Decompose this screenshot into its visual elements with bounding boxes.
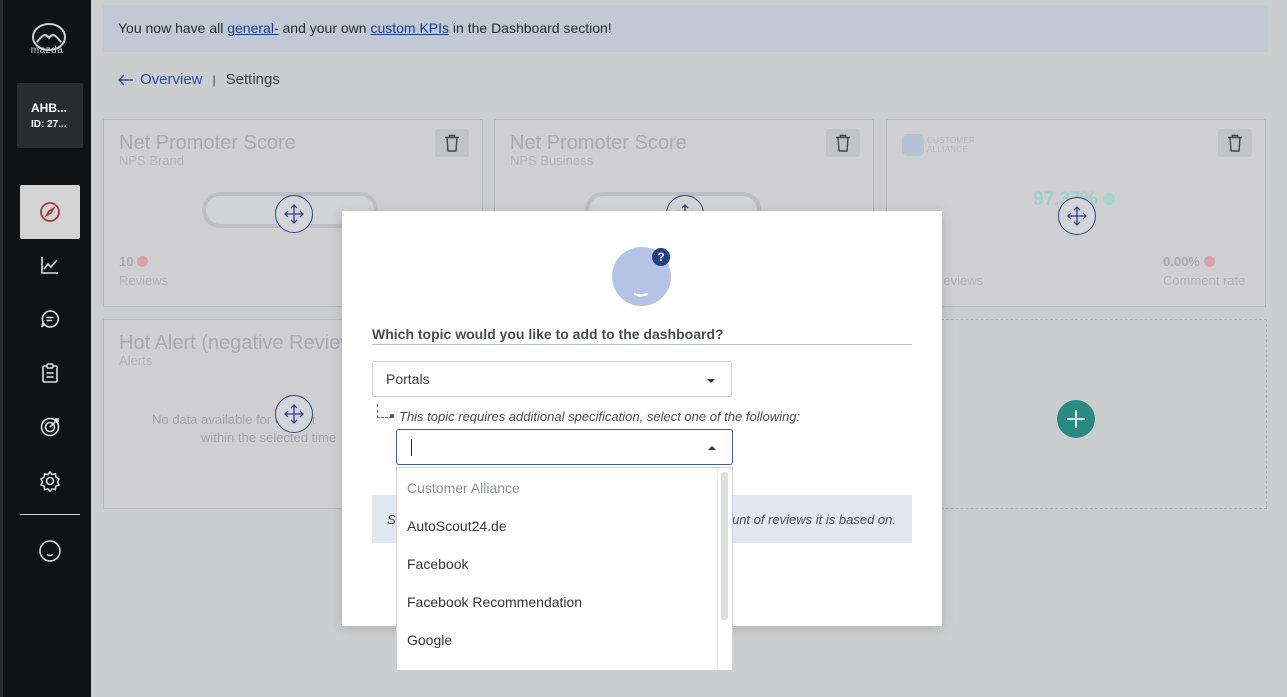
text-cursor bbox=[411, 439, 412, 456]
breadcrumb-current: Settings bbox=[225, 71, 280, 88]
empty-message-line-2: within the selected time bbox=[201, 430, 337, 445]
breadcrumb-overview-link[interactable]: Overview bbox=[140, 71, 203, 88]
nav-goals[interactable] bbox=[20, 400, 80, 454]
delete-card-button[interactable] bbox=[826, 129, 860, 157]
comment-rate-label: Comment rate bbox=[1163, 273, 1246, 288]
account-id: ID: 27... bbox=[31, 119, 67, 130]
nav-divider bbox=[20, 514, 80, 515]
up-trend-icon bbox=[1102, 193, 1115, 205]
nav-profile[interactable] bbox=[20, 524, 80, 578]
delete-card-button[interactable] bbox=[1218, 129, 1252, 157]
drag-handle[interactable] bbox=[1058, 197, 1096, 235]
info-note-left: S bbox=[387, 512, 396, 527]
trash-icon bbox=[445, 134, 459, 152]
specification-hint: This topic requires additional specifica… bbox=[399, 409, 801, 424]
dialog-question: Which topic would you like to add to the… bbox=[372, 326, 912, 345]
brand-line-2: ALLIANCE bbox=[927, 145, 969, 154]
option-facebook-recommendation[interactable]: Facebook Recommendation bbox=[407, 594, 582, 610]
down-trend-icon bbox=[137, 256, 149, 267]
chat-logo-icon bbox=[902, 134, 924, 156]
chat-bubble-icon bbox=[41, 310, 59, 328]
gear-icon bbox=[39, 470, 61, 492]
move-icon bbox=[284, 404, 304, 424]
banner-text-suffix: in the Dashboard section! bbox=[449, 20, 612, 36]
customer-alliance-logo: CUSTOMER ALLIANCE bbox=[902, 134, 975, 156]
target-icon bbox=[40, 417, 60, 437]
nav-dashboard[interactable] bbox=[20, 185, 80, 239]
move-icon bbox=[1067, 206, 1087, 226]
card-subtitle: NPS Business bbox=[510, 153, 594, 168]
topic-select[interactable]: Portals bbox=[372, 361, 732, 397]
review-count: 10 bbox=[119, 254, 149, 269]
nav-surveys[interactable] bbox=[20, 346, 80, 400]
account-name: AHB... bbox=[31, 101, 67, 115]
topic-select-value: Portals bbox=[386, 371, 430, 387]
breadcrumb: Overview | Settings bbox=[118, 71, 280, 88]
arrow-left-icon[interactable] bbox=[118, 73, 134, 86]
review-count-label: Reviews bbox=[119, 273, 169, 288]
card-title: Net Promoter Score bbox=[119, 132, 296, 154]
specification-combobox[interactable] bbox=[396, 429, 733, 465]
banner-text-prefix: You now have all bbox=[118, 20, 228, 36]
smiley-icon bbox=[39, 540, 61, 562]
nav-settings[interactable] bbox=[20, 454, 80, 508]
trash-icon bbox=[836, 134, 850, 152]
option-customer-alliance: Customer Alliance bbox=[407, 480, 520, 496]
option-google[interactable]: Google bbox=[407, 632, 452, 648]
sidebar: mazda AHB... ID: 27... bbox=[0, 0, 91, 697]
drag-handle[interactable] bbox=[275, 395, 313, 433]
general-kpis-link[interactable]: general- bbox=[227, 20, 278, 36]
comment-rate-value: 0.00% bbox=[1163, 254, 1215, 269]
card-subtitle: Alerts bbox=[119, 353, 153, 368]
brand-line-1: CUSTOMER bbox=[927, 136, 976, 145]
down-trend-icon bbox=[1203, 256, 1215, 267]
account-switcher[interactable]: AHB... ID: 27... bbox=[17, 83, 83, 148]
card-title: Hot Alert (negative Reviews bbox=[119, 332, 365, 354]
brand-name: mazda bbox=[30, 45, 64, 56]
kpi-card-customer-alliance: CUSTOMER ALLIANCE 97.37% Reviews 0.00% C… bbox=[886, 119, 1266, 307]
delete-card-button[interactable] bbox=[435, 129, 469, 157]
add-kpi-button[interactable] bbox=[1057, 400, 1095, 438]
compass-icon bbox=[40, 202, 60, 222]
drag-handle[interactable] bbox=[275, 195, 313, 233]
breadcrumb-separator: | bbox=[212, 72, 216, 87]
info-banner: You now have all general- and your own c… bbox=[103, 5, 1268, 52]
banner-text-middle: and your own bbox=[278, 20, 371, 36]
trend-chart-icon bbox=[41, 257, 58, 274]
help-badge[interactable]: ? bbox=[652, 248, 670, 266]
trash-icon bbox=[1228, 134, 1242, 152]
connector-dot bbox=[390, 414, 394, 418]
plus-icon bbox=[1067, 410, 1085, 428]
clipboard-icon bbox=[42, 363, 58, 383]
scrollbar-thumb[interactable] bbox=[721, 472, 728, 620]
info-note-right: ount of reviews it is based on. bbox=[724, 512, 896, 527]
card-subtitle: NPS Brand bbox=[119, 153, 185, 168]
option-autoscout24[interactable]: AutoScout24.de bbox=[407, 518, 507, 534]
move-icon bbox=[284, 204, 304, 224]
nav-reviews[interactable] bbox=[20, 292, 80, 346]
caret-down-icon bbox=[707, 379, 715, 383]
option-facebook[interactable]: Facebook bbox=[407, 556, 468, 572]
dropdown-scrollbar[interactable] bbox=[717, 468, 732, 670]
card-title: Net Promoter Score bbox=[510, 132, 687, 154]
specification-dropdown-list: Customer Alliance AutoScout24.de Faceboo… bbox=[396, 467, 733, 671]
caret-up-icon[interactable] bbox=[708, 446, 716, 450]
nav-analytics[interactable] bbox=[20, 238, 80, 292]
custom-kpis-link[interactable]: custom KPIs bbox=[370, 20, 449, 36]
